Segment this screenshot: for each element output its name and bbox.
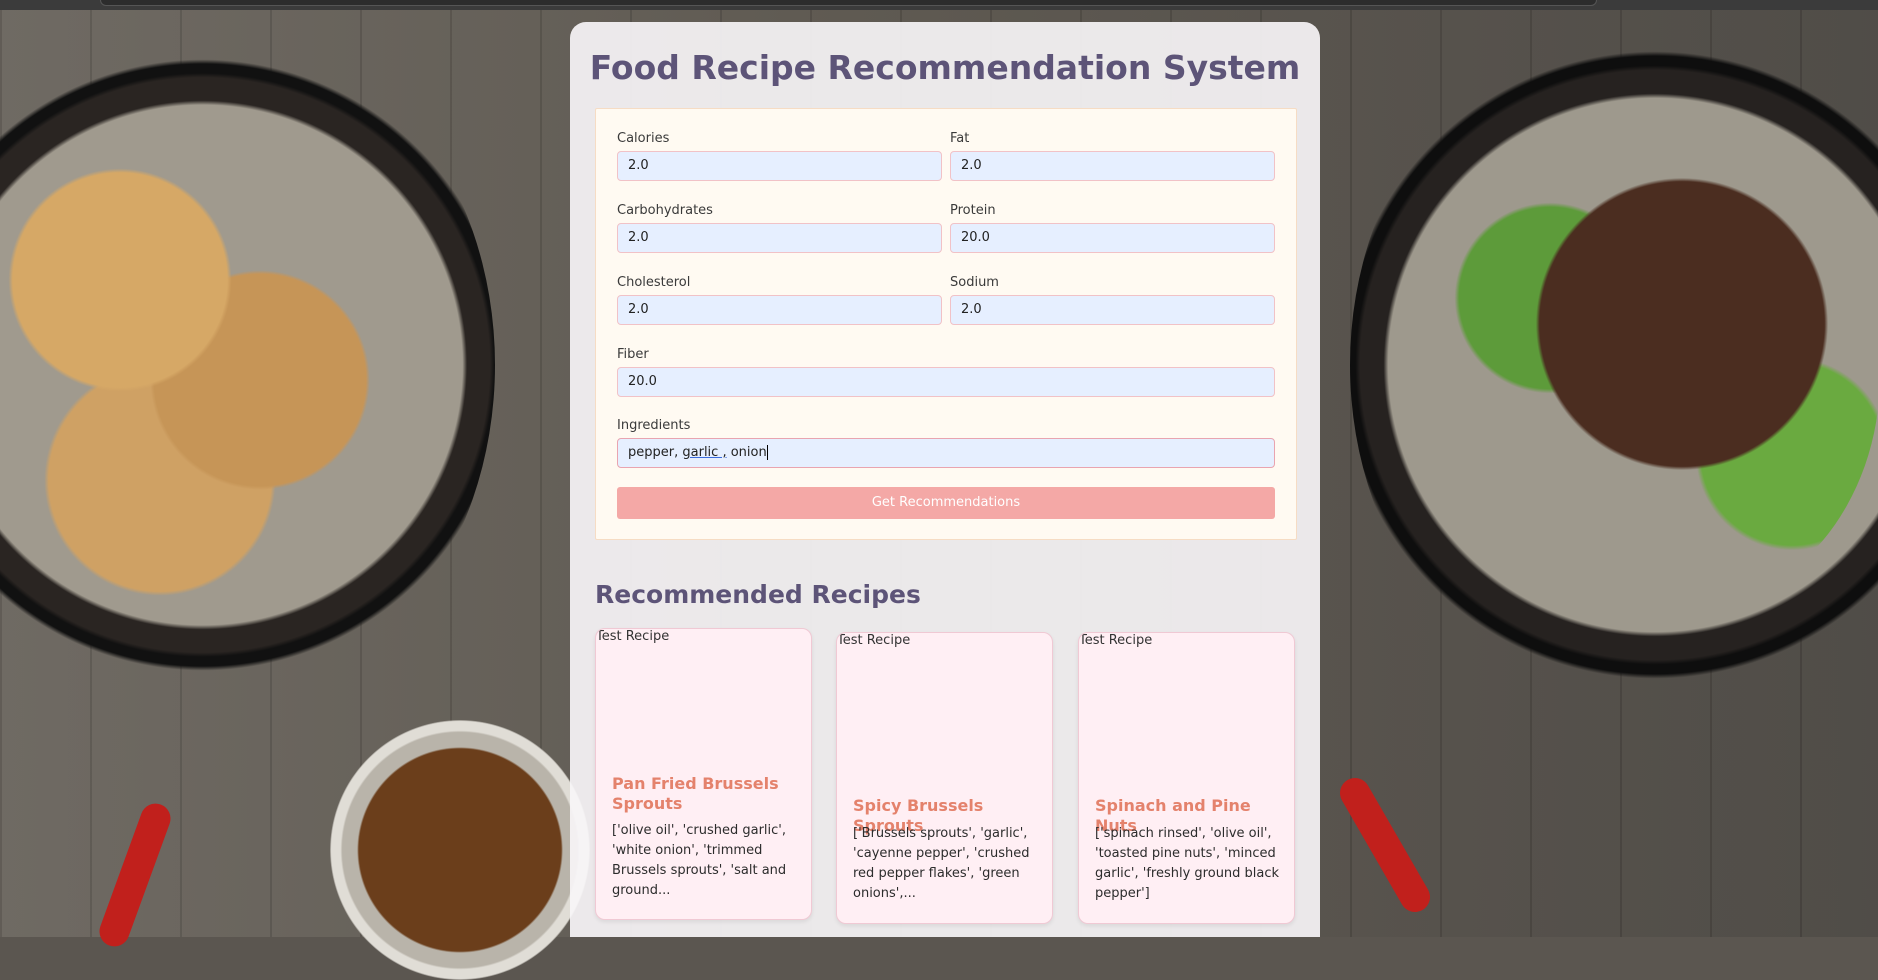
- recipe-card[interactable]: Test Recipe Spicy Brussels Sprouts ['Bru…: [836, 632, 1053, 924]
- fiber-input[interactable]: 20.0: [617, 367, 1275, 397]
- salad-beef-image: [1440, 90, 1878, 610]
- get-recommendations-button[interactable]: Get Recommendations: [617, 487, 1275, 519]
- main-panel: Food Recipe Recommendation System Calori…: [570, 22, 1320, 937]
- carbohydrates-input[interactable]: 2.0: [617, 223, 942, 253]
- recipe-ingredients: ['Brussels sprouts', 'garlic', 'cayenne …: [853, 826, 1030, 901]
- ingredients-label: Ingredients: [617, 418, 691, 433]
- protein-input[interactable]: 20.0: [950, 223, 1275, 253]
- recipe-title: Pan Fried Brussels Sprouts: [612, 774, 779, 813]
- recipe-ingredients: ['olive oil', 'crushed garlic', 'white o…: [612, 823, 787, 898]
- text-cursor: [766, 445, 768, 460]
- recipe-image-broken: Test Recipe: [837, 633, 911, 648]
- fat-input[interactable]: 2.0: [950, 151, 1275, 181]
- cholesterol-input[interactable]: 2.0: [617, 295, 942, 325]
- recipe-ingredients: ['spinach rinsed', 'olive oil', 'toasted…: [1095, 826, 1280, 901]
- fiber-label: Fiber: [617, 347, 649, 362]
- sauce-bowl-image: [330, 720, 590, 980]
- recipe-image-broken: Test Recipe: [1079, 633, 1153, 648]
- carbohydrates-label: Carbohydrates: [617, 203, 713, 218]
- sodium-input[interactable]: 2.0: [950, 295, 1275, 325]
- recipe-card[interactable]: Test Recipe Pan Fried Brussels Sprouts […: [595, 628, 812, 920]
- browser-top-bar: [0, 0, 1878, 10]
- ingredients-text: pepper,: [628, 445, 683, 460]
- fried-food-image: [0, 105, 400, 605]
- protein-label: Protein: [950, 203, 996, 218]
- page-title: Food Recipe Recommendation System: [589, 48, 1301, 87]
- address-bar[interactable]: [100, 0, 1597, 6]
- recommended-heading: Recommended Recipes: [595, 580, 921, 609]
- fat-label: Fat: [950, 131, 970, 146]
- sodium-label: Sodium: [950, 275, 999, 290]
- recipe-image-broken: Test Recipe: [596, 629, 670, 644]
- calories-label: Calories: [617, 131, 670, 146]
- cholesterol-label: Cholesterol: [617, 275, 691, 290]
- ingredients-text-misspelled: garlic ,: [682, 445, 727, 460]
- recipe-card[interactable]: Test Recipe Spinach and Pine Nuts ['spin…: [1078, 632, 1295, 924]
- ingredients-text: onion: [726, 445, 767, 460]
- nutrition-form: Calories 2.0 Fat 2.0 Carbohydrates 2.0 P…: [595, 108, 1297, 540]
- calories-input[interactable]: 2.0: [617, 151, 942, 181]
- ingredients-input[interactable]: pepper, garlic , onion: [617, 438, 1275, 468]
